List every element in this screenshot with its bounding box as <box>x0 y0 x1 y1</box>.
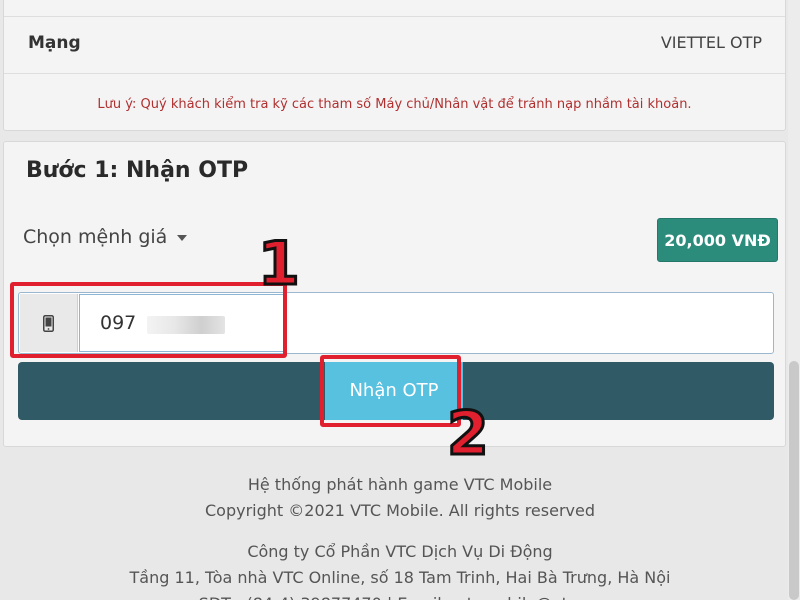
denomination-dropdown[interactable]: Chọn mệnh giá <box>23 226 188 248</box>
caret-down-icon <box>177 234 188 241</box>
footer-line-4: Tầng 11, Tòa nhà VTC Online, số 18 Tam T… <box>129 568 671 587</box>
redaction-blur <box>147 316 225 334</box>
scrollbar-thumb[interactable] <box>789 361 799 600</box>
info-card: Mạng VIETTEL OTP Lưu ý: Quý khách kiểm t… <box>3 0 786 131</box>
get-otp-button[interactable]: Nhận OTP <box>325 362 463 420</box>
page: Mạng VIETTEL OTP Lưu ý: Quý khách kiểm t… <box>0 0 800 600</box>
network-label: Mạng <box>28 33 81 53</box>
footer-line-3: Công ty Cổ Phần VTC Dịch Vụ Di Động <box>247 542 553 561</box>
footer-line-1: Hệ thống phát hành game VTC Mobile <box>247 475 553 494</box>
footer-line-5: SDT : (84-4) 39877470 | Email : vtcmobil… <box>0 591 800 600</box>
scrollbar[interactable] <box>788 0 800 600</box>
step-card: Bước 1: Nhận OTP Chọn mệnh giá 20,000 VN… <box>3 141 786 447</box>
denomination-label: Chọn mệnh giá <box>23 226 168 248</box>
mobile-phone-icon <box>43 315 54 332</box>
step-title: Bước 1: Nhận OTP <box>26 158 249 183</box>
price-badge[interactable]: 20,000 VNĐ <box>657 218 778 262</box>
network-value: VIETTEL OTP <box>660 33 762 52</box>
phone-addon <box>20 294 78 352</box>
otp-button-bar[interactable]: Nhận OTP <box>18 362 774 420</box>
info-row-top <box>4 0 785 17</box>
footer: Hệ thống phát hành game VTC Mobile Copyr… <box>0 472 800 600</box>
network-row: Mạng VIETTEL OTP <box>4 16 785 74</box>
footer-line-2: Copyright ©2021 VTC Mobile. All rights r… <box>205 501 595 520</box>
warning-note: Lưu ý: Quý khách kiểm tra kỹ các tham số… <box>97 97 692 112</box>
phone-input-group <box>18 292 774 354</box>
